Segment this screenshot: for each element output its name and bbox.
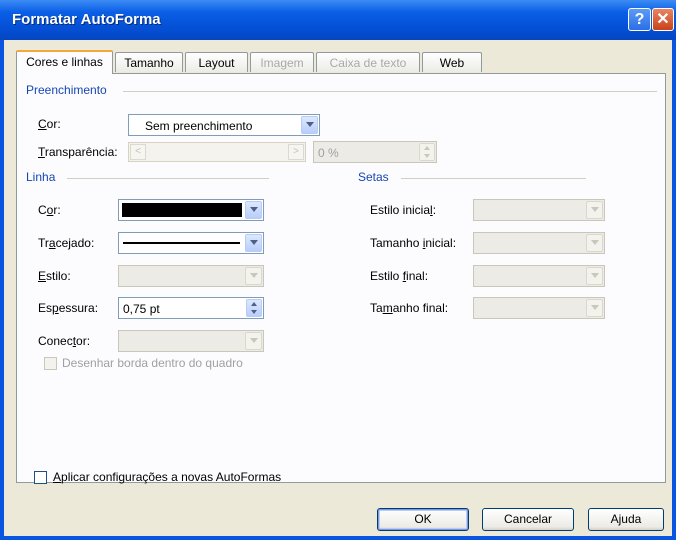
line-weight-label: Espessura: [38,301,99,315]
spin-updown-icon[interactable] [246,299,262,317]
transparency-slider[interactable]: < > [128,142,306,162]
tab-panel-cores-e-linhas: Preenchimento Cor: Sem preenchimento Tra… [16,73,666,484]
chevron-down-icon[interactable] [301,116,318,134]
connector-dropdown [118,330,264,352]
help-button[interactable]: Ajuda [588,508,664,531]
line-color-swatch [122,203,242,217]
chevron-down-icon [586,299,603,317]
dash-dropdown[interactable] [118,232,264,254]
tab-caixa-de-texto: Caixa de texto [316,52,420,72]
chevron-down-icon [586,234,603,252]
transparency-value: 0 % [318,146,339,160]
chevron-down-icon [245,332,262,350]
tab-tamanho[interactable]: Tamanho [115,52,183,72]
scroll-left-icon[interactable]: < [130,144,146,160]
arrows-section-title: Setas [358,170,389,184]
end-size-label: Tamanho final: [370,301,449,315]
chevron-down-icon[interactable] [245,201,262,219]
begin-style-dropdown [473,199,605,221]
transparency-label: Transparência: [38,145,118,159]
end-size-dropdown [473,297,605,319]
ok-button[interactable]: OK [377,508,469,531]
line-weight-stepper[interactable]: 0,75 pt [118,297,264,319]
arrows-section-divider [401,178,586,179]
line-weight-value: 0,75 pt [123,302,160,316]
chevron-down-icon [245,267,262,285]
help-icon[interactable]: ? [628,8,651,31]
apply-new-autoshapes-label: Aplicar configurações a novas AutoFormas [53,470,282,484]
line-color-dropdown[interactable] [118,199,264,221]
chevron-down-icon[interactable] [245,234,262,252]
dialog-body: Cores e linhas Tamanho Layout Imagem Cai… [4,40,672,536]
chevron-down-icon [586,267,603,285]
tab-cores-e-linhas[interactable]: Cores e linhas [16,50,113,74]
fill-section-title: Preenchimento [26,83,107,97]
line-style-dropdown [118,265,264,287]
tab-web[interactable]: Web [422,52,482,72]
line-section-title: Linha [26,170,56,184]
end-style-dropdown [473,265,605,287]
fill-section-divider [123,91,657,92]
tab-layout[interactable]: Layout [185,52,248,72]
window-bottom-border [0,536,676,540]
close-icon[interactable]: ✕ [652,8,674,31]
scroll-right-icon[interactable]: > [288,144,304,160]
fill-color-label: Cor: [38,117,61,131]
begin-size-dropdown [473,232,605,254]
chevron-down-icon [586,201,603,219]
window-title: Formatar AutoForma [12,11,161,28]
end-style-label: Estilo final: [370,269,429,283]
title-bar[interactable]: Formatar AutoForma ? ✕ [0,0,676,40]
spin-updown-icon [419,143,435,161]
cancel-button[interactable]: Cancelar [482,508,574,531]
format-autoshape-dialog: Formatar AutoForma ? ✕ Cores e linhas Ta… [0,0,676,540]
line-style-label: Estilo: [38,269,71,283]
dash-sample-line [123,242,240,244]
begin-size-label: Tamanho inicial: [370,236,457,250]
dash-label: Tracejado: [38,236,95,250]
draw-border-inside-checkbox [44,357,57,370]
fill-color-value: Sem preenchimento [145,119,253,133]
tab-imagem: Imagem [250,52,314,72]
transparency-stepper: 0 % [313,141,437,163]
fill-color-dropdown[interactable]: Sem preenchimento [128,114,320,136]
connector-label: Conector: [38,334,91,348]
line-color-label: Cor: [38,203,61,217]
draw-border-inside-label: Desenhar borda dentro do quadro [62,356,243,370]
begin-style-label: Estilo inicial: [370,203,437,217]
line-section-divider [67,178,269,179]
apply-new-autoshapes-checkbox[interactable] [34,471,47,484]
